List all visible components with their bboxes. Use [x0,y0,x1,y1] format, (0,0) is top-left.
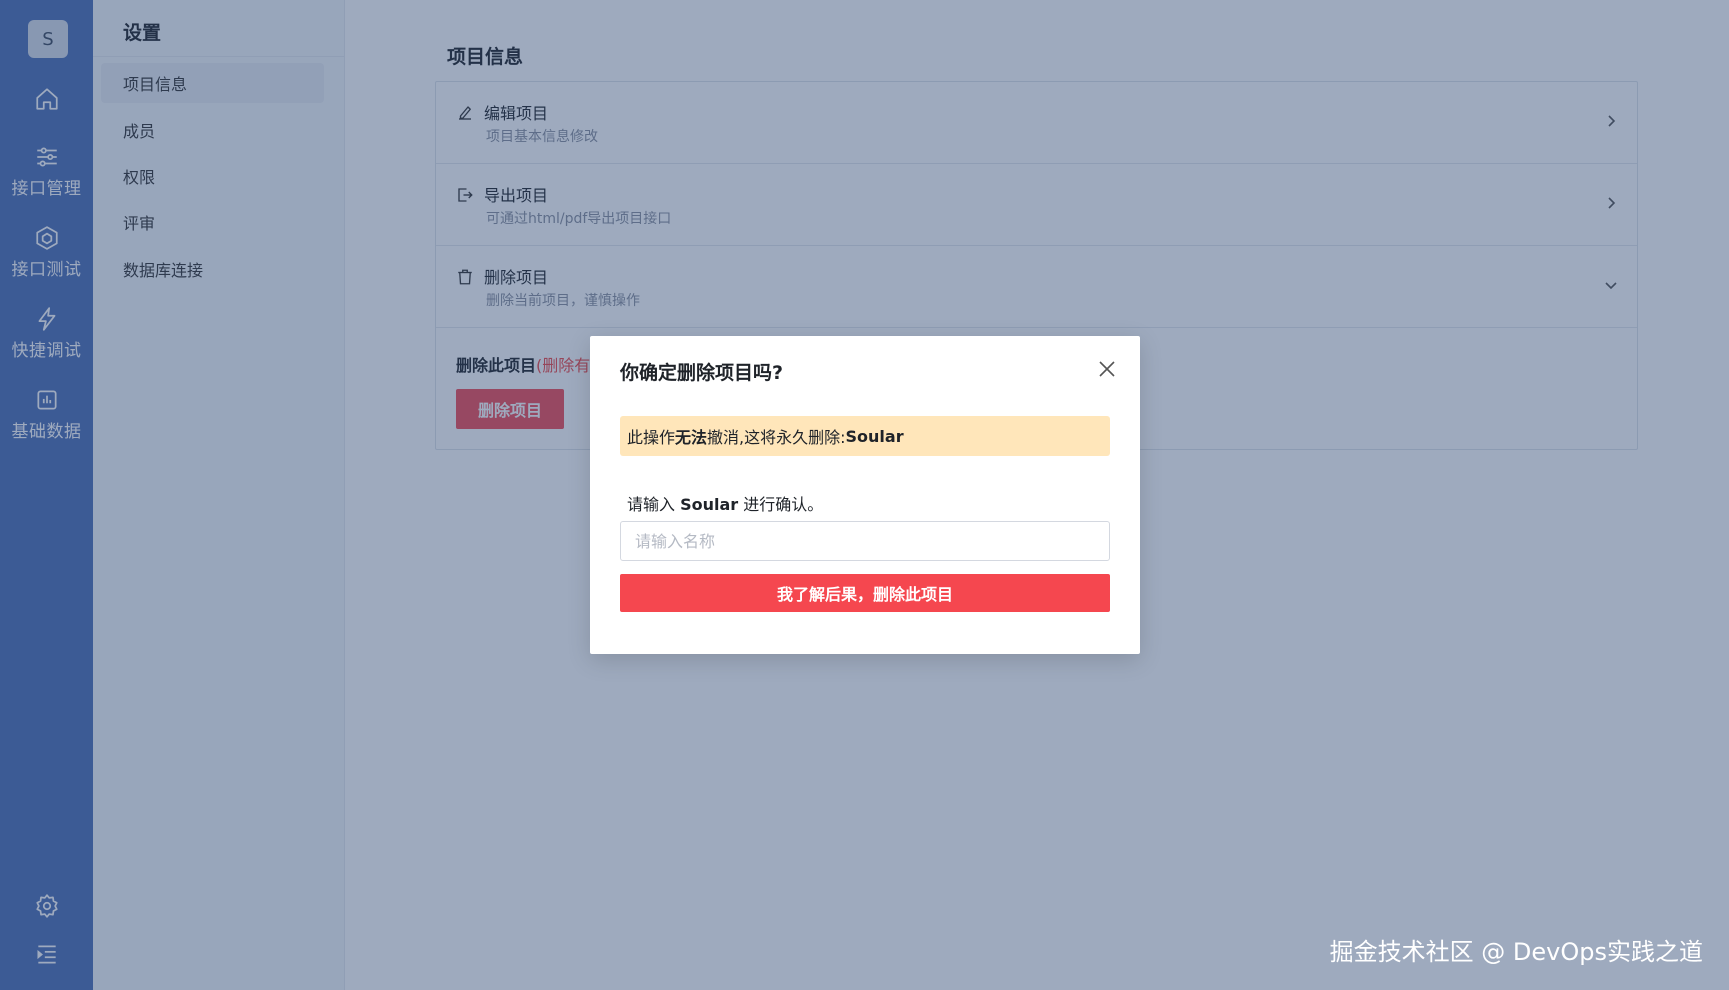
confirm-delete-button[interactable]: 我了解后果，删除此项目 [620,574,1110,612]
warning-banner: 此操作 无法 撤消,这将永久删除: Soular [620,416,1110,456]
warning-project-name: Soular [845,426,904,446]
confirm-prefix: 请输入 [627,495,676,514]
confirm-project-name: Soular [680,495,739,514]
close-icon[interactable] [1098,360,1116,378]
watermark: 掘金技术社区 @ DevOps实践之道 [1329,938,1703,966]
confirm-suffix: 进行确认。 [743,495,824,514]
warning-middle: 撤消,这将永久删除: [707,428,846,447]
confirm-hint: 请输入 Soular 进行确认。 [627,491,823,515]
warning-prefix: 此操作 [627,428,676,447]
dialog-title: 你确定删除项目吗? [620,362,784,384]
project-name-input[interactable] [620,521,1110,561]
warning-bold: 无法 [675,428,708,447]
delete-confirm-dialog: 你确定删除项目吗? 此操作 无法 撤消,这将永久删除: Soular 请输入 Soul… [590,336,1140,654]
